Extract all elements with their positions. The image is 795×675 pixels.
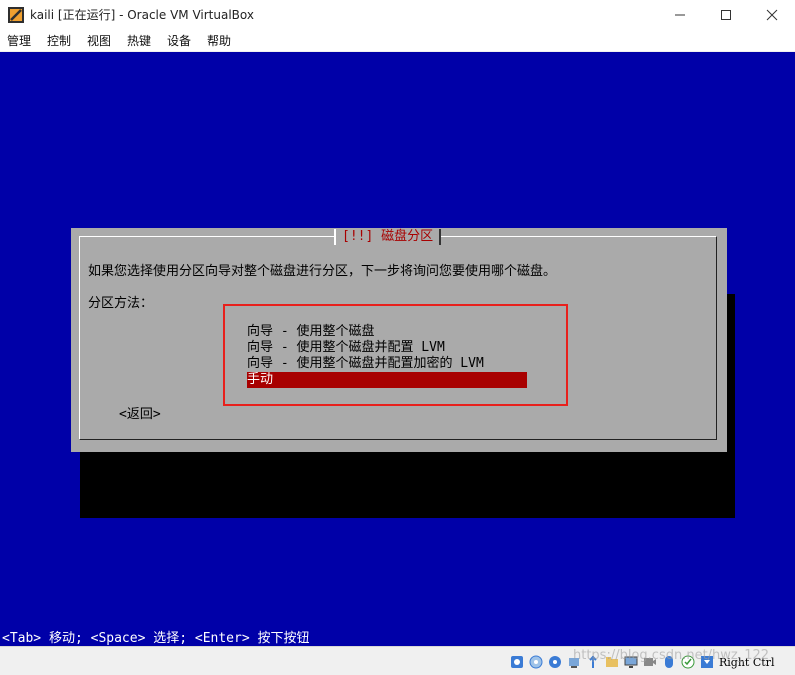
dialog-title: [!!] 磁盘分区 <box>334 228 442 246</box>
maximize-icon <box>721 10 731 20</box>
menu-control[interactable]: 控制 <box>47 32 71 49</box>
back-button[interactable]: <返回> <box>119 403 161 422</box>
menu-hotkeys[interactable]: 热键 <box>127 32 151 49</box>
hard-disk-icon[interactable] <box>510 655 524 669</box>
menu-manage[interactable]: 管理 <box>7 32 31 49</box>
window-titlebar: kaili [正在运行] - Oracle VM VirtualBox <box>0 0 795 29</box>
partition-dialog: [!!] 磁盘分区 如果您选择使用分区向导对整个磁盘进行分区，下一步将询问您要使… <box>71 228 727 452</box>
close-button[interactable] <box>749 0 795 29</box>
window-title: kaili [正在运行] - Oracle VM VirtualBox <box>30 8 254 22</box>
virtualbox-app-icon <box>8 7 24 23</box>
dialog-question: 如果您选择使用分区向导对整个磁盘进行分区，下一步将询问您要使用哪个磁盘。 <box>88 264 557 279</box>
minimize-button[interactable] <box>657 0 703 29</box>
vm-screen[interactable]: [!!] 磁盘分区 如果您选择使用分区向导对整个磁盘进行分区，下一步将询问您要使… <box>0 52 795 646</box>
menu-bar: 管理 控制 视图 热键 设备 帮助 <box>0 29 795 52</box>
optical-drive-icon[interactable] <box>529 655 543 669</box>
annotation-highlight-box <box>223 304 568 406</box>
partition-method-label: 分区方法： <box>88 296 154 311</box>
close-icon <box>766 9 778 21</box>
keyboard-hint: <Tab> 移动; <Space> 选择; <Enter> 按下按钮 <box>2 631 310 646</box>
watermark-text: https://blog.csdn.net/hwz_122 <box>573 648 770 663</box>
menu-view[interactable]: 视图 <box>87 32 111 49</box>
maximize-button[interactable] <box>703 0 749 29</box>
minimize-icon <box>675 14 685 16</box>
audio-icon[interactable] <box>548 655 562 669</box>
menu-help[interactable]: 帮助 <box>207 32 231 49</box>
menu-devices[interactable]: 设备 <box>167 32 191 49</box>
